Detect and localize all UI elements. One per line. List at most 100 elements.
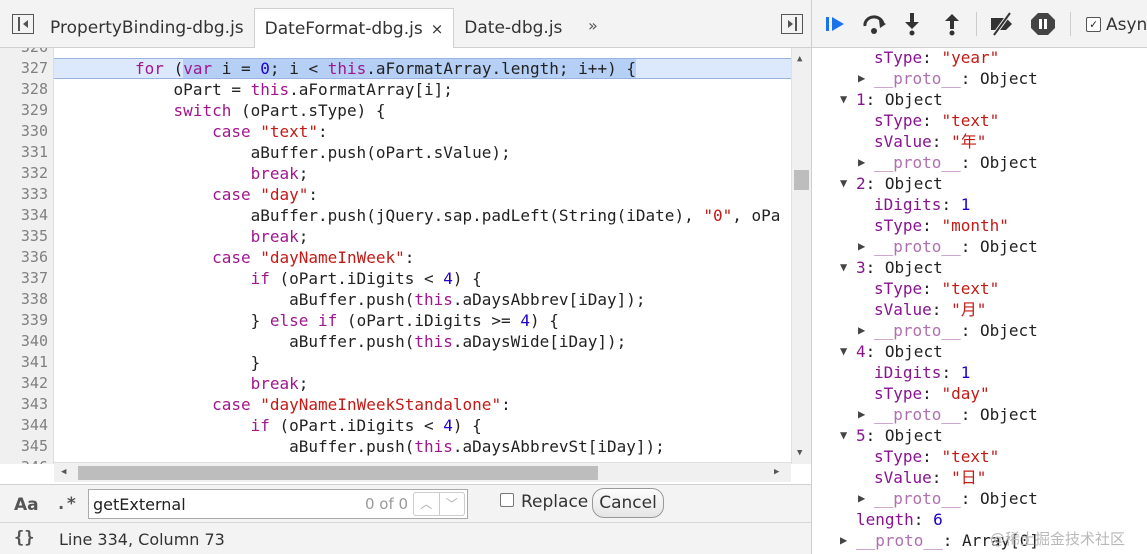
step-over-icon[interactable] [862, 12, 888, 36]
pause-on-exceptions-icon[interactable] [1030, 12, 1056, 36]
collapse-triangle-icon[interactable]: ▼ [840, 89, 847, 110]
editor-tab[interactable]: PropertyBinding-dbg.js [40, 8, 254, 48]
scope-property[interactable]: __proto__: Object [874, 320, 1038, 341]
scope-property[interactable]: sType: "month" [874, 215, 1009, 236]
line-number[interactable]: 332 [0, 163, 48, 184]
collapse-triangle-icon[interactable]: ▼ [840, 257, 847, 278]
scope-property[interactable]: __proto__: Object [874, 488, 1038, 509]
pretty-print-button[interactable]: {} [14, 528, 34, 548]
code-editor[interactable]: 326 327328329330331332333334335336337338… [0, 48, 795, 464]
collapse-triangle-icon[interactable]: ▼ [840, 341, 847, 362]
scope-property[interactable]: __proto__: Object [874, 68, 1038, 89]
code-line[interactable]: for (var i = 0; i < this.aFormatArray.le… [135, 58, 636, 79]
match-case-button[interactable]: Aa [14, 495, 39, 515]
scope-property[interactable]: sType: "year" [874, 48, 999, 68]
expand-triangle-icon[interactable]: ▶ [840, 530, 847, 551]
line-number[interactable]: 340 [0, 331, 48, 352]
step-out-icon[interactable] [942, 12, 962, 36]
expand-triangle-icon[interactable]: ▶ [858, 320, 865, 341]
code-line[interactable]: case "dayNameInWeek": [212, 247, 414, 268]
line-number[interactable]: 337 [0, 268, 48, 289]
expand-triangle-icon[interactable]: ▶ [858, 236, 865, 257]
line-number[interactable]: 327 [0, 58, 48, 79]
more-tabs-icon[interactable]: » [588, 16, 598, 35]
scope-property[interactable]: __proto__: Object [874, 152, 1038, 173]
scope-property[interactable]: 2: Object [856, 173, 943, 194]
code-line[interactable]: if (oPart.iDigits < 4) { [251, 415, 482, 436]
replace-checkbox[interactable] [500, 493, 514, 507]
scope-property[interactable]: 4: Object [856, 341, 943, 362]
code-line[interactable]: break; [251, 373, 309, 394]
deactivate-breakpoints-icon[interactable] [988, 12, 1018, 36]
scope-property[interactable]: sValue: "年" [874, 131, 986, 152]
code-line[interactable]: aBuffer.push(jQuery.sap.padLeft(String(i… [251, 205, 781, 226]
line-number[interactable]: 331 [0, 142, 48, 163]
scope-property[interactable]: sType: "text" [874, 278, 999, 299]
code-line[interactable]: aBuffer.push(this.aDaysAbbrevSt[iDay]); [289, 436, 665, 457]
line-number[interactable]: 342 [0, 373, 48, 394]
code-line[interactable]: } else if (oPart.iDigits >= 4) { [251, 310, 559, 331]
line-number[interactable]: 334 [0, 205, 48, 226]
scroll-down-icon[interactable]: ▼ [797, 448, 802, 458]
scope-property[interactable]: 3: Object [856, 257, 943, 278]
line-number[interactable]: 343 [0, 394, 48, 415]
code-line[interactable]: switch (oPart.sType) { [174, 100, 386, 121]
expand-triangle-icon[interactable]: ▶ [858, 488, 865, 509]
expand-triangle-icon[interactable]: ▶ [858, 152, 865, 173]
toggle-navigator-icon[interactable] [12, 14, 34, 34]
horizontal-scroll-thumb[interactable] [78, 466, 598, 480]
next-match-icon[interactable]: ﹀ [440, 493, 465, 515]
regex-button[interactable]: .* [56, 494, 76, 514]
scope-property[interactable]: length: 6 [856, 509, 943, 530]
vertical-scrollbar[interactable]: ▲ ▼ [791, 48, 811, 464]
close-tab-icon[interactable]: × [431, 20, 444, 38]
line-number[interactable]: 330 [0, 121, 48, 142]
expand-triangle-icon[interactable]: ▶ [858, 68, 865, 89]
line-number[interactable]: 335 [0, 226, 48, 247]
scope-property[interactable]: 5: Object [856, 425, 943, 446]
line-number[interactable]: 326 [0, 48, 48, 58]
scope-property[interactable]: __proto__: Object [874, 404, 1038, 425]
line-number[interactable]: 336 [0, 247, 48, 268]
line-number[interactable]: 346 [0, 457, 48, 464]
line-number[interactable]: 328 [0, 79, 48, 100]
toggle-debugger-icon[interactable] [781, 14, 803, 34]
scroll-right-icon[interactable]: ▶ [774, 467, 779, 477]
code-line[interactable]: break; [251, 163, 309, 184]
collapse-triangle-icon[interactable]: ▼ [840, 425, 847, 446]
scope-property[interactable]: sType: "text" [874, 110, 999, 131]
scope-property[interactable]: sValue: "日" [874, 467, 986, 488]
scroll-left-icon[interactable]: ◀ [61, 467, 66, 477]
code-line[interactable]: } [251, 352, 261, 373]
line-number[interactable]: 344 [0, 415, 48, 436]
step-into-icon[interactable] [902, 12, 922, 36]
scope-property[interactable]: iDigits: 1 [874, 362, 970, 383]
resume-icon[interactable] [824, 12, 848, 36]
code-line[interactable]: case "day": [212, 184, 318, 205]
scroll-up-icon[interactable]: ▲ [797, 54, 802, 64]
code-line[interactable]: aBuffer.push(this.aDaysAbbrev[iDay]); [289, 289, 645, 310]
code-line[interactable]: break; [251, 226, 309, 247]
scope-property[interactable]: sValue: "月" [874, 299, 986, 320]
scope-property[interactable]: __proto__: Object [874, 236, 1038, 257]
search-input[interactable] [93, 493, 353, 515]
async-label[interactable]: Async [1106, 15, 1147, 35]
scope-property[interactable]: 1: Object [856, 89, 943, 110]
line-number[interactable]: 341 [0, 352, 48, 373]
scope-property[interactable]: sType: "day" [874, 383, 990, 404]
code-line[interactable]: case "text": [212, 121, 328, 142]
replace-label[interactable]: Replace [521, 492, 588, 512]
scope-property[interactable]: iDigits: 1 [874, 194, 970, 215]
line-number[interactable]: 333 [0, 184, 48, 205]
search-field[interactable]: 0 of 0 ︿ ﹀ [88, 489, 468, 519]
cancel-button[interactable]: Cancel [592, 488, 664, 518]
collapse-triangle-icon[interactable]: ▼ [840, 173, 847, 194]
code-line[interactable]: case "dayNameInWeekStandalone": [212, 394, 511, 415]
editor-tab[interactable]: DateFormat-dbg.js × [253, 8, 455, 49]
code-line[interactable]: if (oPart.iDigits < 4) { [251, 268, 482, 289]
expand-triangle-icon[interactable]: ▶ [858, 404, 865, 425]
async-checkbox[interactable]: ✓ [1086, 17, 1101, 32]
previous-match-icon[interactable]: ︿ [414, 493, 440, 515]
editor-tab[interactable]: Date-dbg.js [454, 8, 572, 48]
code-line[interactable]: aBuffer.push(oPart.sValue); [251, 142, 511, 163]
